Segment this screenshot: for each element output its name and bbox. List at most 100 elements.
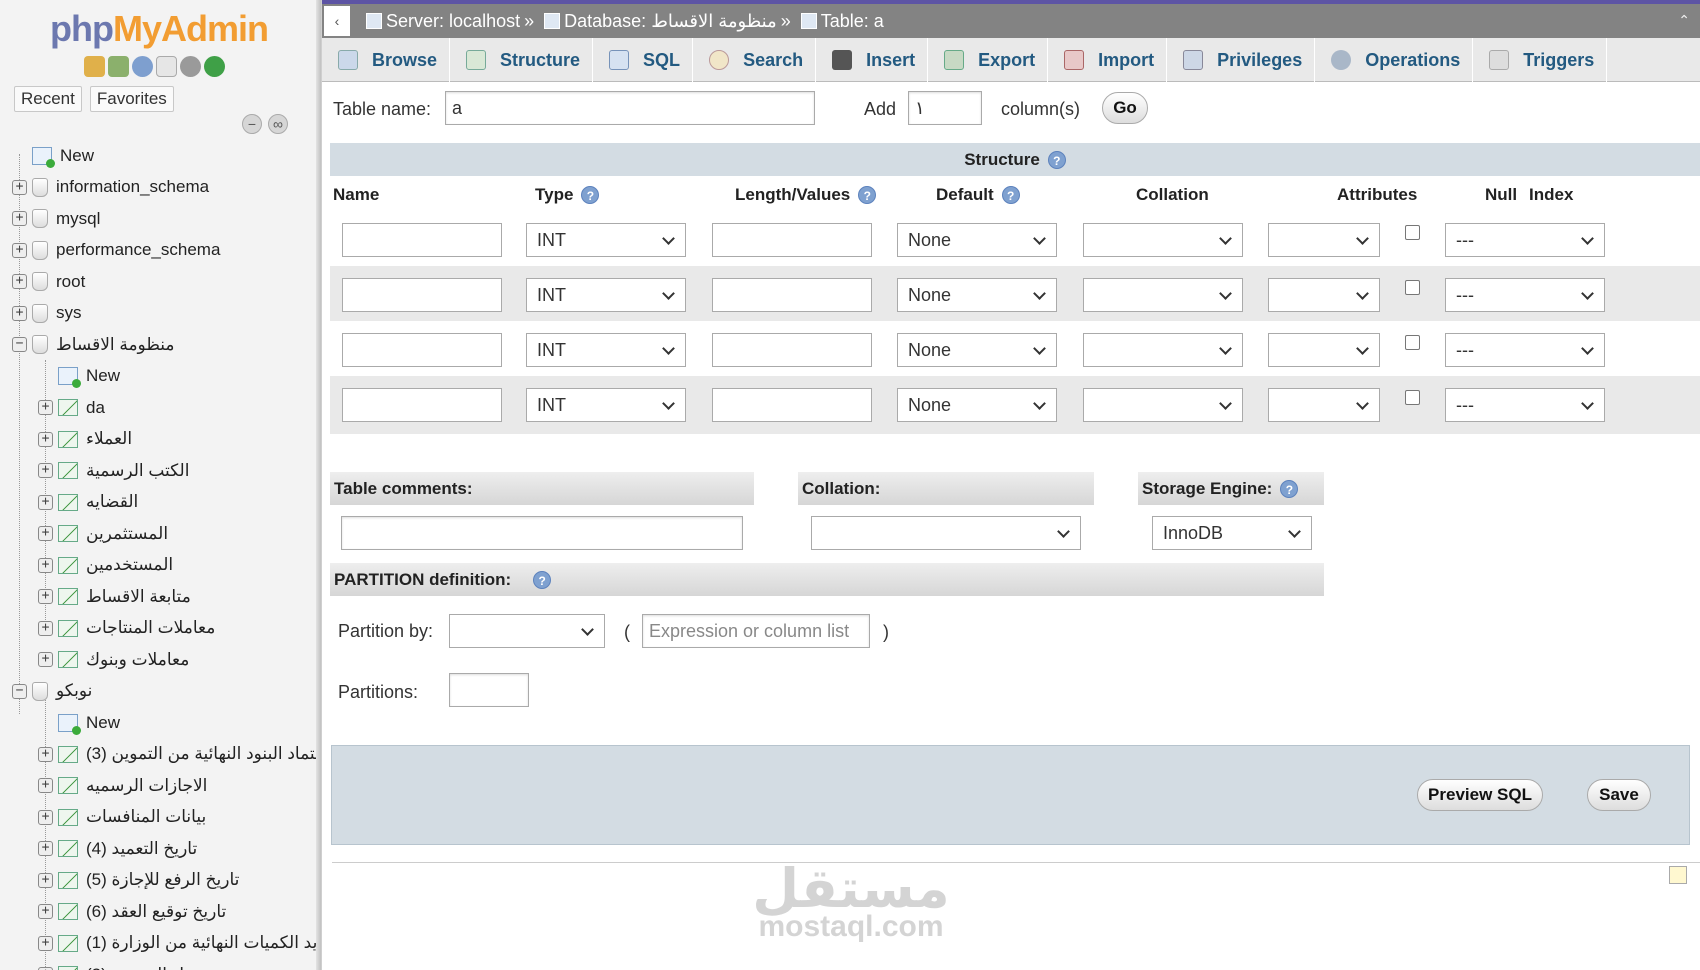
link-icon[interactable]: ∞ xyxy=(268,114,288,134)
console-icon[interactable] xyxy=(1669,866,1687,884)
expand-icon[interactable]: + xyxy=(38,904,53,920)
tree-new-item[interactable]: New xyxy=(0,361,316,393)
storage-engine-select[interactable]: InnoDB xyxy=(1152,516,1312,550)
column-collation-select[interactable] xyxy=(1083,333,1243,367)
help-icon[interactable]: ? xyxy=(533,570,552,589)
tree-table-item[interactable]: + معاملات المنتاجات xyxy=(0,613,316,645)
tree-item-label[interactable]: الاجازات الرسميه xyxy=(86,776,207,796)
tree-new-item[interactable]: New xyxy=(0,140,316,172)
null-checkbox[interactable] xyxy=(1405,225,1420,240)
tab-browse[interactable]: Browse xyxy=(322,38,451,82)
tab-sql[interactable]: SQL xyxy=(593,38,694,82)
expand-icon[interactable]: + xyxy=(38,589,53,605)
tree-item-label[interactable]: تاريخ التعميد (4) xyxy=(86,839,197,859)
tree-item-label[interactable]: تاريخ الرفع للإجازة (5) xyxy=(86,870,239,890)
partition-expression-input[interactable]: Expression or column list xyxy=(642,614,870,648)
partitions-input[interactable] xyxy=(449,673,529,707)
column-name-input[interactable] xyxy=(342,278,502,312)
tree-item-label[interactable]: متابعة الاقساط xyxy=(86,587,191,607)
column-index-select[interactable]: --- xyxy=(1445,388,1605,422)
tree-table-item[interactable]: + تاريخ الرفع للإجازة (5) xyxy=(0,865,316,897)
table-name-input[interactable]: a xyxy=(445,91,815,125)
tree-item-label[interactable]: معاملات المنتاجات xyxy=(86,618,215,638)
add-columns-input[interactable]: ١ xyxy=(908,91,982,125)
column-attributes-select[interactable] xyxy=(1268,333,1380,367)
tree-item-label[interactable]: New xyxy=(86,713,120,733)
tab-import[interactable]: Import xyxy=(1048,38,1168,82)
expand-icon[interactable]: + xyxy=(38,778,53,794)
column-length-input[interactable] xyxy=(712,333,872,367)
tree-table-item[interactable]: + da xyxy=(0,392,316,424)
expand-icon[interactable]: + xyxy=(38,620,53,636)
breadcrumb-database[interactable]: Database: منظومة الاقساط xyxy=(564,11,777,32)
tree-item-label[interactable]: معاملات وبنوك xyxy=(86,650,189,670)
logout-icon[interactable] xyxy=(108,56,129,77)
expand-icon[interactable]: + xyxy=(38,557,53,573)
tree-table-item[interactable]: + تاريخ توقيع العقد (6) xyxy=(0,896,316,928)
column-default-select[interactable]: None xyxy=(897,223,1057,257)
tree-table-item[interactable]: + معاملات وبنوك xyxy=(0,644,316,676)
tab-structure[interactable]: Structure xyxy=(450,38,594,82)
go-button[interactable]: Go xyxy=(1102,92,1148,124)
column-attributes-select[interactable] xyxy=(1268,223,1380,257)
tree-item-label[interactable]: المستخدمين xyxy=(86,555,173,575)
column-length-input[interactable] xyxy=(712,388,872,422)
reload-icon[interactable] xyxy=(204,56,225,77)
tree-new-item[interactable]: New xyxy=(0,707,316,739)
tree-item-label[interactable]: منظومة الاقساط xyxy=(56,335,175,355)
null-checkbox[interactable] xyxy=(1405,280,1420,295)
tree-database-item[interactable]: + information_schema xyxy=(0,172,316,204)
save-button[interactable]: Save xyxy=(1587,779,1651,811)
tab-privileges[interactable]: Privileges xyxy=(1167,38,1316,82)
expand-icon[interactable]: + xyxy=(38,494,53,510)
tree-database-item[interactable]: − نوبكو xyxy=(0,676,316,708)
collapse-icon[interactable]: − xyxy=(12,337,27,353)
tree-table-item[interactable]: + القضايه xyxy=(0,487,316,519)
tree-item-label[interactable]: تحويل البنود ... (2) xyxy=(86,965,214,970)
tree-item-label[interactable]: root xyxy=(56,272,85,292)
expand-icon[interactable]: + xyxy=(12,211,27,227)
tree-table-item[interactable]: + الكتب الرسمية xyxy=(0,455,316,487)
tab-search[interactable]: Search xyxy=(693,38,817,82)
table-comments-input[interactable] xyxy=(341,516,743,550)
tree-database-item[interactable]: + sys xyxy=(0,298,316,330)
tree-item-label[interactable]: بيانات المنافسات xyxy=(86,807,206,827)
tree-item-label[interactable]: المستثمرين xyxy=(86,524,168,544)
column-type-select[interactable]: INT xyxy=(526,278,686,312)
column-collation-select[interactable] xyxy=(1083,278,1243,312)
expand-icon[interactable]: + xyxy=(38,652,53,668)
partition-by-select[interactable] xyxy=(449,614,605,648)
help-icon[interactable] xyxy=(132,56,153,77)
column-index-select[interactable]: --- xyxy=(1445,223,1605,257)
tree-item-label[interactable]: الكتب الرسمية xyxy=(86,461,189,481)
expand-icon[interactable]: + xyxy=(38,400,53,416)
tree-item-label[interactable]: تحديد الكميات النهائية من الوزارة (1) xyxy=(86,933,321,953)
settings-icon[interactable] xyxy=(180,56,201,77)
tree-item-label[interactable]: information_schema xyxy=(56,177,209,197)
help-icon[interactable]: ? xyxy=(1001,186,1020,204)
column-length-input[interactable] xyxy=(712,278,872,312)
tree-item-label[interactable]: اعتماد البنود النهائية من التموين (3) xyxy=(86,744,321,764)
column-type-select[interactable]: INT xyxy=(526,333,686,367)
tree-table-item[interactable]: + بيانات المنافسات xyxy=(0,802,316,834)
column-type-select[interactable]: INT xyxy=(526,223,686,257)
tree-item-label[interactable]: performance_schema xyxy=(56,240,220,260)
tree-table-item[interactable]: + المستثمرين xyxy=(0,518,316,550)
tree-database-item[interactable]: + mysql xyxy=(0,203,316,235)
tree-table-item[interactable]: + متابعة الاقساط xyxy=(0,581,316,613)
tree-table-item[interactable]: +تحويل البنود ... (2) xyxy=(0,959,316,970)
column-index-select[interactable]: --- xyxy=(1445,278,1605,312)
tree-item-label[interactable]: العملاء xyxy=(86,429,132,449)
expand-icon[interactable]: + xyxy=(12,274,27,290)
tree-database-item[interactable]: + root xyxy=(0,266,316,298)
breadcrumb-table[interactable]: Table: a xyxy=(821,11,884,32)
expand-icon[interactable]: + xyxy=(38,841,53,857)
tree-item-label[interactable]: New xyxy=(86,366,120,386)
home-icon[interactable] xyxy=(84,56,105,77)
column-collation-select[interactable] xyxy=(1083,388,1243,422)
tree-item-label[interactable]: New xyxy=(60,146,94,166)
tree-table-item[interactable]: + تحديد الكميات النهائية من الوزارة (1) xyxy=(0,928,321,960)
expand-icon[interactable]: + xyxy=(38,872,53,888)
column-index-select[interactable]: --- xyxy=(1445,333,1605,367)
table-collation-select[interactable] xyxy=(811,516,1081,550)
